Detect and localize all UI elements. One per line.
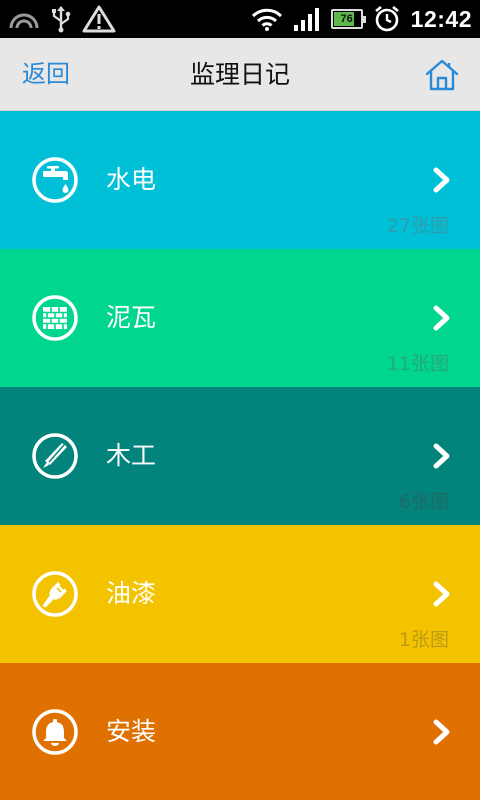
page-title: 监理日记 <box>189 60 290 89</box>
alarm-icon <box>374 5 399 32</box>
usb-icon <box>52 6 71 33</box>
brick-wall-icon <box>32 295 78 341</box>
paint-brush-icon <box>32 571 78 617</box>
bell-icon <box>32 709 78 755</box>
category-label: 安装 <box>106 717 157 746</box>
home-icon[interactable] <box>424 57 460 93</box>
battery-icon: 76 <box>330 9 366 29</box>
photo-count: 27张图 <box>386 215 449 237</box>
category-row-masonry[interactable]: 泥瓦 11张图 <box>0 249 480 387</box>
clock-time: 12:42 <box>410 5 472 32</box>
chevron-right-icon <box>433 719 450 745</box>
category-row-plumbing-electrical[interactable]: 水电 27张图 <box>0 111 480 249</box>
category-list: 水电 27张图 泥瓦 11张图 木工 6张图 油漆 1张图 安装 <box>0 111 480 800</box>
chevron-right-icon <box>433 581 450 607</box>
wifi-icon <box>251 8 282 31</box>
category-label: 油漆 <box>106 579 157 608</box>
saw-icon <box>32 433 78 479</box>
status-bar: 76 12:42 <box>0 0 480 38</box>
category-row-carpentry[interactable]: 木工 6张图 <box>0 387 480 525</box>
category-label: 水电 <box>106 165 157 194</box>
chevron-right-icon <box>433 443 450 469</box>
chevron-right-icon <box>433 305 450 331</box>
title-bar: 返回 监理日记 <box>0 38 480 111</box>
chevron-right-icon <box>433 167 450 193</box>
warning-icon <box>82 5 116 33</box>
status-bar-right: 76 12:42 <box>251 4 472 34</box>
category-row-painting[interactable]: 油漆 1张图 <box>0 525 480 663</box>
photo-count: 11张图 <box>386 353 449 375</box>
faucet-icon <box>32 157 78 203</box>
circle-arc-icon <box>9 13 39 29</box>
category-row-installation[interactable]: 安装 <box>0 663 480 800</box>
photo-count: 6张图 <box>398 491 449 513</box>
photo-count: 1张图 <box>398 629 449 651</box>
battery-level: 76 <box>340 13 353 25</box>
category-label: 泥瓦 <box>106 303 157 332</box>
status-bar-left <box>8 4 116 34</box>
category-label: 木工 <box>106 441 157 470</box>
signal-icon <box>293 8 319 31</box>
